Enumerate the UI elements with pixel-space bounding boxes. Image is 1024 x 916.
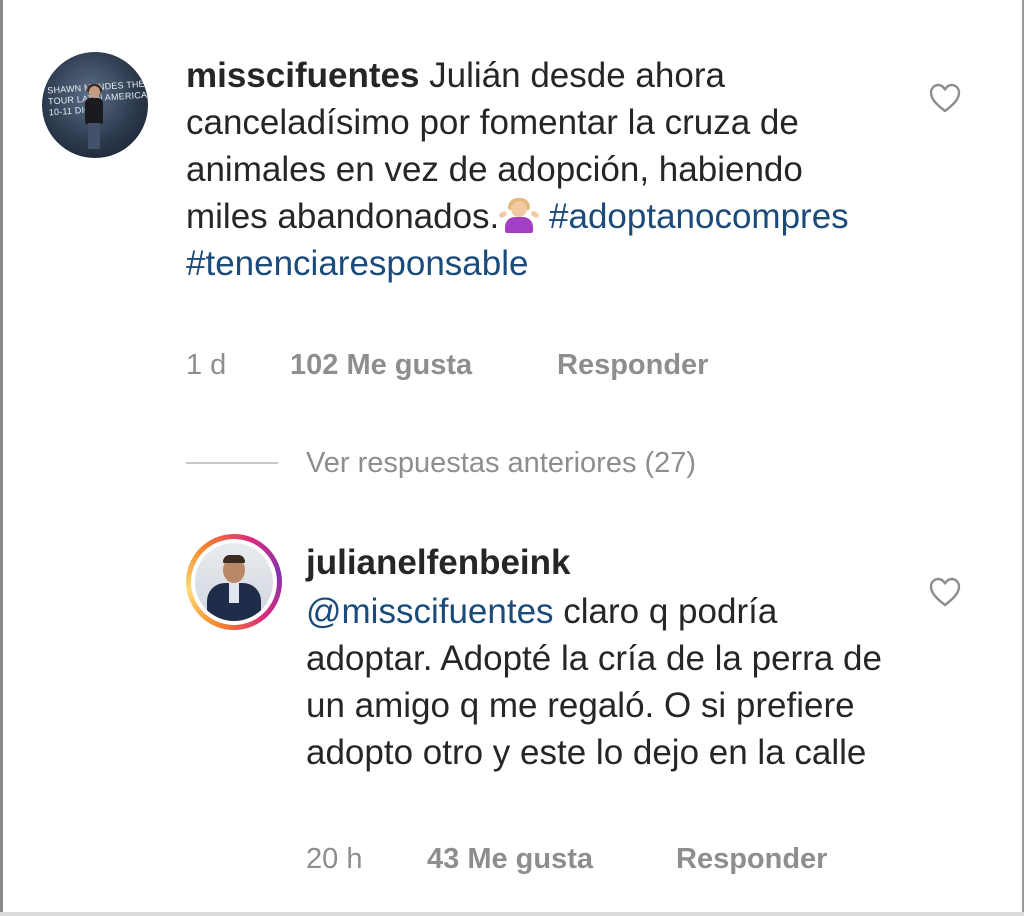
likes-count[interactable]: 43 Me gusta (427, 843, 593, 875)
heart-outline-icon[interactable] (928, 576, 962, 608)
comment-username[interactable]: julianelfenbeink (306, 540, 571, 586)
replies-divider (186, 462, 278, 464)
comment-meta-likes[interactable]: 102 Me gusta (290, 348, 472, 382)
avatar[interactable]: SHAWN MENDES THE TOUR LATIN AMERICA 10-1… (42, 52, 148, 158)
comment-time: 1 d (186, 349, 227, 381)
comment-meta: 20 h (306, 842, 362, 876)
reply-button[interactable]: Responder (557, 349, 708, 381)
heart-outline-icon[interactable] (928, 82, 962, 114)
mention-link[interactable]: @misscifuentes (306, 592, 554, 631)
avatar[interactable] (195, 543, 273, 621)
reply-button[interactable]: Responder (676, 843, 827, 875)
comment-time: 20 h (306, 843, 363, 875)
person-shrugging-emoji-icon (498, 198, 540, 234)
comment-meta-likes[interactable]: 43 Me gusta (427, 842, 593, 876)
comment-username[interactable]: misscifuentes (186, 56, 419, 95)
comment-body: @misscifuentes claro q podría adoptar. A… (306, 588, 906, 776)
likes-count[interactable]: 102 Me gusta (290, 349, 472, 381)
comment-meta: 1 d (186, 348, 226, 382)
hashtag-link[interactable]: #adoptanocompres (549, 197, 849, 236)
avatar-story-ring[interactable] (186, 534, 282, 630)
window-border-bottom (0, 912, 1024, 916)
comment-body: misscifuentes Julián desde ahora cancela… (186, 52, 876, 287)
comment-meta-reply[interactable]: Responder (676, 842, 827, 876)
avatar-person (84, 84, 104, 150)
comment-meta-reply[interactable]: Responder (557, 348, 708, 382)
window-border-left (0, 0, 3, 916)
hashtag-link[interactable]: #tenenciaresponsable (186, 244, 528, 283)
view-previous-replies-button[interactable]: Ver respuestas anteriores (27) (306, 445, 696, 481)
